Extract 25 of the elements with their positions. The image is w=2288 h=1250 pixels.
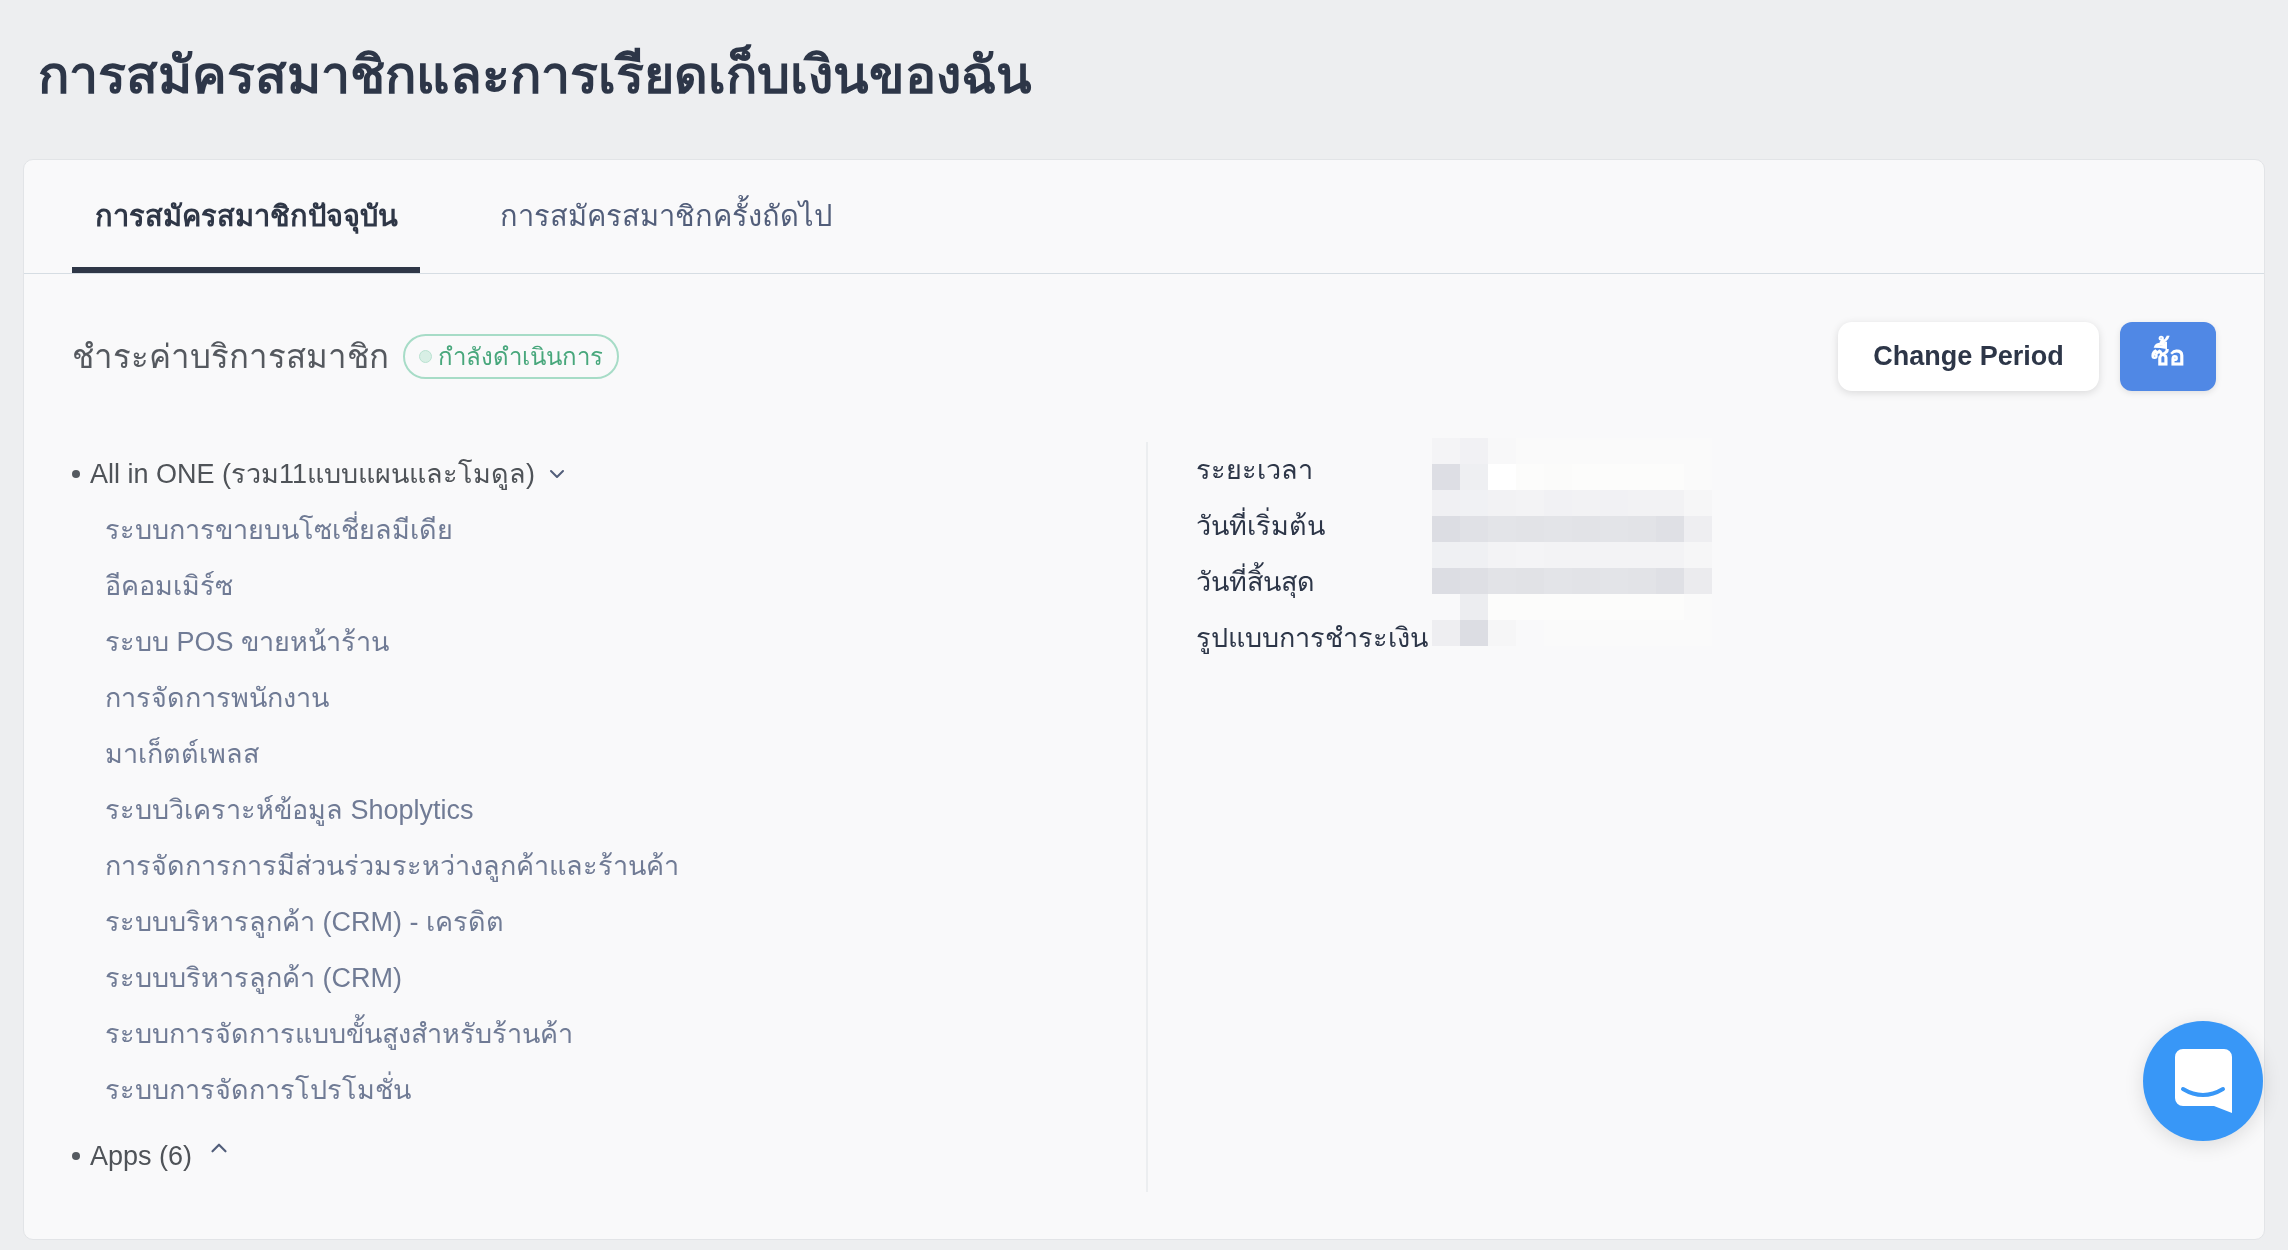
- module-name: การจัดการการมีส่วนร่วมระหว่างลูกค้าและร้านค้า: [105, 849, 679, 884]
- section-title: ชำระค่าบริการสมาชิก: [72, 336, 389, 377]
- module-name: ระบบการขายบนโซเชี่ยลมีเดีย: [105, 509, 453, 551]
- tab[interactable]: การสมัครสมาชิกครั้งถัดไป: [484, 160, 848, 273]
- module-name: ระบบการจัดการโปรโมชั่น: [105, 1069, 411, 1111]
- buy-button[interactable]: ซื้อ: [2120, 322, 2216, 391]
- module-name: ระบบการจัดการแบบขั้นสูงสำหรับร้านค้า: [105, 1013, 573, 1055]
- change-period-button[interactable]: Change Period: [1838, 322, 2099, 391]
- module-name: การจัดการพนักงาน: [105, 681, 329, 715]
- page-title: การสมัครสมาชิกและการเรียดเก็บเงินของฉัน: [38, 44, 1032, 106]
- chat-bubble-icon: [2174, 1049, 2232, 1113]
- module-name: มาเก็ตต์เพลส: [105, 736, 259, 771]
- detail-label: วันที่สิ้นสุด: [1196, 561, 1315, 603]
- module-name: ระบบวิเคราะห์ข้อมูล Shoplytics: [105, 793, 474, 828]
- module-name: อีคอมเมิร์ซ: [105, 569, 233, 603]
- detail-label: รูปแบบการชำระเงิน: [1196, 621, 1428, 656]
- module-name: ระบบบริหารลูกค้า (CRM): [105, 961, 402, 996]
- module-name: ระบบ POS ขายหน้าร้าน: [105, 625, 390, 659]
- package-name: Apps (6): [90, 1139, 193, 1173]
- package-name: All in ONE (รวม11แบบแผนและโมดูล): [90, 457, 536, 492]
- tab[interactable]: การสมัครสมาชิกปัจจุบัน: [72, 160, 420, 273]
- detail-label: วันที่เริ่มต้น: [1196, 505, 1325, 547]
- module-name: ระบบบริหารลูกค้า (CRM) - เครดิต: [105, 905, 504, 940]
- detail-label: ระยะเวลา: [1196, 453, 1313, 487]
- status-text: กำลังดำเนินการ: [438, 341, 603, 372]
